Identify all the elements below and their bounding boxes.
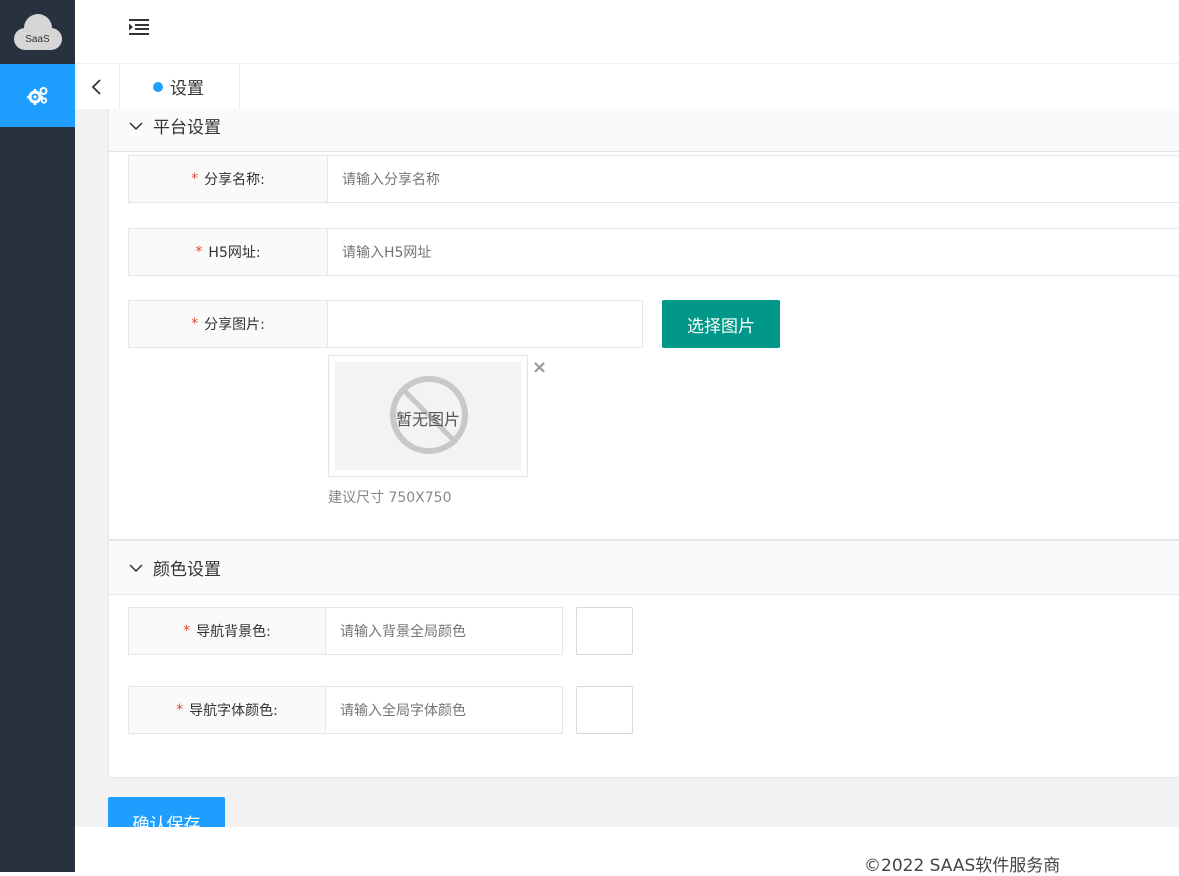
main-content: 平台设置 * 分享名称: 请输入分享名称 * H5网址: 请输入H5网址 * 分… [75,109,1179,827]
nav-bg-label: * 导航背景色: [128,607,326,655]
tab-settings[interactable]: 设置 [120,64,240,109]
share-image-label: * 分享图片: [128,300,328,348]
image-size-hint: 建议尺寸 750X750 [328,490,452,506]
top-header [75,0,1179,64]
remove-image-icon[interactable]: × [532,357,547,378]
image-preview: 暂无图片 [328,355,528,477]
indent-menu-icon[interactable] [129,18,149,36]
share-name-input[interactable]: 请输入分享名称 [328,155,1179,203]
share-name-row: * 分享名称: 请输入分享名称 [128,155,1179,203]
tab-settings-label: 设置 [170,79,204,99]
tab-bar: 设置 [75,64,1179,109]
color-settings-panel: 颜色设置 * 导航背景色: 请输入背景全局颜色 * 导航字体颜色: 请输入全局字… [108,540,1179,778]
nav-bg-color-picker[interactable] [576,607,633,655]
share-image-row: * 分享图片: 选择图片 [128,300,1179,348]
save-button[interactable]: 确认保存 [108,797,225,827]
gears-icon [26,86,47,105]
no-image-text: 暂无图片 [395,410,460,429]
sidebar: SaaS [0,0,75,872]
logo-text: SaaS [25,34,50,45]
chevron-down-icon [129,563,143,572]
cloud-logo-icon: SaaS [13,14,62,50]
color-settings-title: 颜色设置 [153,560,221,580]
nav-font-label: * 导航字体颜色: [128,686,326,734]
nav-bg-row: * 导航背景色: 请输入背景全局颜色 [128,607,658,655]
h5-url-label: * H5网址: [128,228,328,276]
choose-image-button[interactable]: 选择图片 [662,300,780,348]
platform-settings-header[interactable]: 平台设置 [109,109,1179,152]
active-dot-icon [153,81,163,92]
h5-url-input[interactable]: 请输入H5网址 [328,228,1179,276]
color-settings-header[interactable]: 颜色设置 [109,541,1179,595]
platform-settings-panel: 平台设置 * 分享名称: 请输入分享名称 * H5网址: 请输入H5网址 * 分… [108,109,1179,540]
tab-back-button[interactable] [75,64,120,109]
nav-font-row: * 导航字体颜色: 请输入全局字体颜色 [128,686,658,734]
nav-font-input[interactable]: 请输入全局字体颜色 [326,686,563,734]
chevron-left-icon [91,78,101,95]
h5-url-row: * H5网址: 请输入H5网址 [128,228,1179,276]
platform-settings-title: 平台设置 [153,118,221,138]
copyright-text: ©2022 SAAS软件服务商 [864,856,1061,876]
share-name-label: * 分享名称: [128,155,328,203]
nav-font-color-picker[interactable] [576,686,633,734]
sidebar-item-settings[interactable] [0,64,75,127]
footer: ©2022 SAAS软件服务商 [75,827,1179,876]
nav-bg-input[interactable]: 请输入背景全局颜色 [326,607,563,655]
chevron-down-icon [129,121,143,130]
share-image-input[interactable] [328,300,643,348]
logo: SaaS [0,0,75,64]
